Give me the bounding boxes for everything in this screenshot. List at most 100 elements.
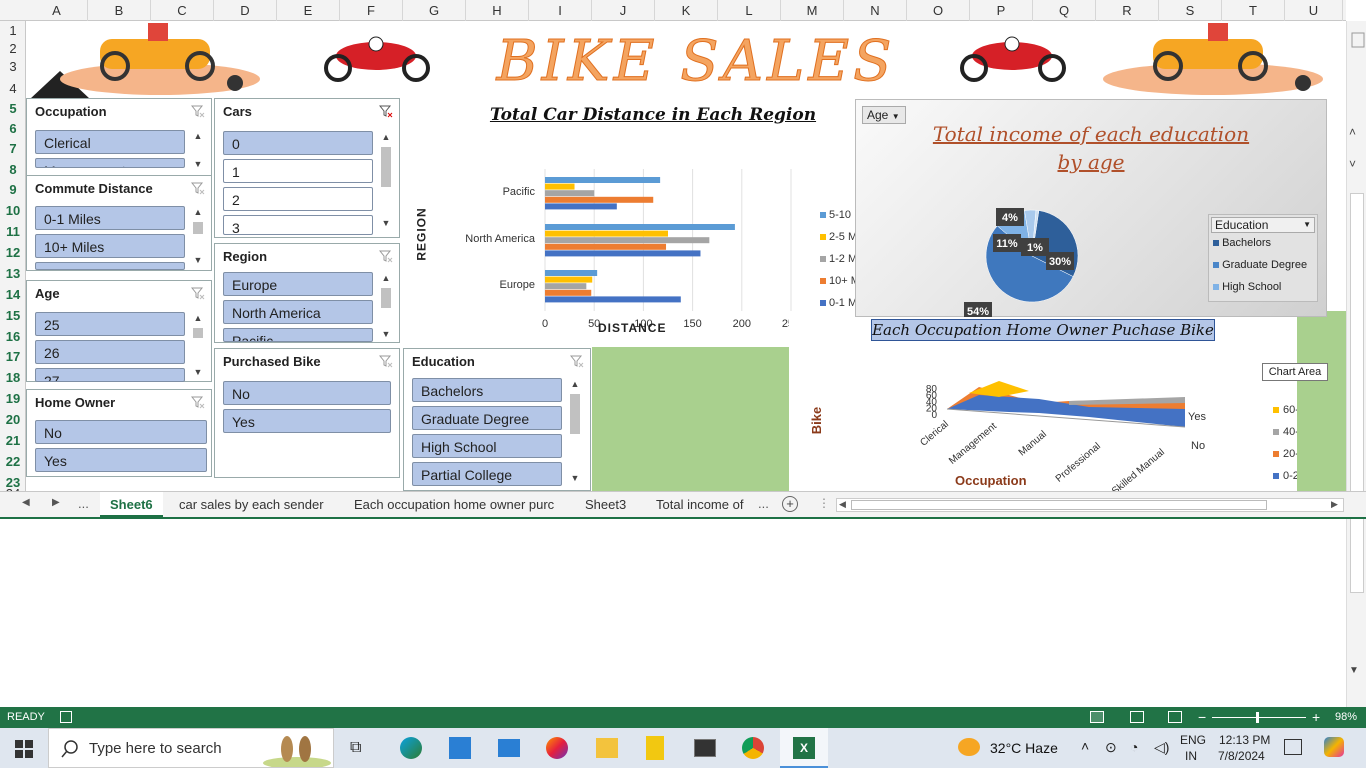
bar[interactable] bbox=[545, 177, 661, 183]
column-header[interactable]: O bbox=[907, 0, 970, 21]
commute-distance-slicer[interactable]: Commute Distance 0-1 Miles 10+ Miles 1-2… bbox=[26, 175, 212, 271]
education-filter-button[interactable]: Education ▼ bbox=[1211, 217, 1315, 233]
language-line1[interactable]: ENG bbox=[1180, 733, 1206, 747]
clear-filter-icon[interactable] bbox=[379, 249, 393, 263]
column-header[interactable]: A bbox=[26, 0, 88, 21]
scroll-up-icon[interactable]: ▲ bbox=[568, 378, 582, 390]
tab-each-occupation[interactable]: Each occupation home owner purc bbox=[344, 492, 564, 518]
slicer-item[interactable]: 0 bbox=[223, 131, 373, 155]
row-header[interactable]: 19 bbox=[0, 391, 26, 406]
scroll-up-icon[interactable]: ▲ bbox=[191, 206, 205, 218]
file-explorer-icon[interactable] bbox=[596, 738, 618, 758]
row-header[interactable]: 20 bbox=[0, 412, 26, 427]
windows-start-icon[interactable] bbox=[15, 740, 33, 758]
h-scroll-thumb[interactable] bbox=[851, 500, 1267, 510]
zoom-slider[interactable] bbox=[1212, 717, 1306, 718]
prev-sheet-icon[interactable]: ◀ bbox=[22, 497, 30, 508]
scroll-down-icon[interactable]: ˅ bbox=[1349, 157, 1356, 171]
scroll-up-icon[interactable]: ˄ bbox=[1349, 125, 1356, 139]
column-header[interactable]: L bbox=[718, 0, 781, 21]
slicer-item[interactable]: North America bbox=[223, 300, 373, 324]
slicer-item[interactable]: 1-2 Miles bbox=[35, 262, 185, 270]
column-header[interactable]: C bbox=[151, 0, 214, 21]
column-header[interactable]: P bbox=[970, 0, 1033, 21]
terminal-icon[interactable] bbox=[694, 739, 716, 757]
next-sheet-icon[interactable]: ▶ bbox=[52, 497, 60, 508]
region-slicer[interactable]: Region Europe North America Pacific ▲ ▼ bbox=[214, 243, 400, 343]
home-owner-slicer[interactable]: Home Owner No Yes bbox=[26, 389, 212, 477]
row-header[interactable]: 12 bbox=[0, 245, 26, 260]
column-header[interactable]: B bbox=[88, 0, 151, 21]
slicer-scrollbar[interactable]: ▲ ▼ bbox=[568, 378, 582, 486]
clear-filter-icon[interactable] bbox=[191, 104, 205, 118]
row-header[interactable]: 2 bbox=[0, 41, 26, 56]
zoom-level[interactable]: 98% bbox=[1335, 707, 1357, 728]
row-header[interactable]: 10 bbox=[0, 203, 26, 218]
bar[interactable] bbox=[545, 283, 587, 290]
scroll-down-arrow-icon[interactable]: ▼ bbox=[1349, 665, 1359, 676]
bar[interactable] bbox=[545, 289, 592, 296]
scroll-down-icon[interactable]: ▼ bbox=[191, 158, 205, 170]
page-layout-icon[interactable] bbox=[1130, 711, 1144, 723]
scroll-up-icon[interactable]: ▲ bbox=[379, 131, 393, 143]
column-header[interactable]: N bbox=[844, 0, 907, 21]
bar[interactable] bbox=[545, 230, 668, 237]
slicer-item[interactable]: 3 bbox=[223, 215, 373, 235]
row-header[interactable]: 7 bbox=[0, 141, 26, 156]
slicer-item[interactable]: Management bbox=[35, 158, 185, 168]
normal-view-icon[interactable] bbox=[1090, 711, 1104, 723]
bar[interactable] bbox=[545, 296, 681, 303]
clear-filter-icon[interactable] bbox=[570, 354, 584, 368]
slicer-item[interactable]: 10+ Miles bbox=[35, 234, 185, 258]
bar[interactable] bbox=[545, 276, 593, 283]
occupation-slicer[interactable]: Occupation Clerical Management ▲ ▼ bbox=[26, 98, 212, 176]
column-header[interactable]: R bbox=[1096, 0, 1159, 21]
purchased-bike-slicer[interactable]: Purchased Bike No Yes bbox=[214, 348, 400, 478]
row-header[interactable]: 17 bbox=[0, 349, 26, 364]
pie-legend[interactable]: Education ▼ Bachelors Graduate Degree Hig… bbox=[1208, 214, 1318, 302]
row-header[interactable]: 4 bbox=[0, 81, 26, 96]
column-header[interactable]: E bbox=[277, 0, 340, 21]
page-break-icon[interactable] bbox=[1168, 711, 1182, 723]
column-header[interactable]: F bbox=[340, 0, 403, 21]
scroll-down-icon[interactable]: ▼ bbox=[379, 328, 393, 340]
notification-icon[interactable] bbox=[1284, 739, 1302, 755]
store-icon[interactable] bbox=[449, 737, 471, 759]
scroll-down-icon[interactable]: ▼ bbox=[191, 366, 205, 378]
slicer-scrollbar[interactable]: ▲ ▼ bbox=[379, 272, 393, 340]
macro-record-icon[interactable] bbox=[60, 711, 72, 723]
firefox-icon[interactable] bbox=[546, 737, 568, 759]
slicer-scrollbar[interactable]: ▲ ▼ bbox=[191, 206, 205, 266]
row-header[interactable]: 13 bbox=[0, 266, 26, 281]
bar[interactable] bbox=[545, 270, 598, 276]
column-header[interactable]: T bbox=[1222, 0, 1285, 21]
task-view-icon[interactable]: ⧉ bbox=[350, 739, 361, 757]
column-header[interactable]: I bbox=[529, 0, 592, 21]
bar[interactable] bbox=[545, 224, 735, 230]
row-header[interactable]: 8 bbox=[0, 162, 26, 177]
language-line2[interactable]: IN bbox=[1185, 749, 1197, 763]
column-header[interactable]: S bbox=[1159, 0, 1222, 21]
slicer-item[interactable]: 26 bbox=[35, 340, 185, 364]
worksheet-area[interactable]: BIKE SALES Occupation Clerical Managemen… bbox=[26, 21, 1346, 491]
power-bi-icon[interactable] bbox=[646, 736, 664, 760]
scroll-up-icon[interactable]: ▲ bbox=[191, 312, 205, 324]
row-header[interactable]: 1 bbox=[0, 23, 26, 38]
column-header[interactable]: Q bbox=[1033, 0, 1096, 21]
scroll-right-icon[interactable]: ▶ bbox=[1331, 499, 1338, 510]
vertical-scrollbar[interactable]: ˄ ˅ ▼ bbox=[1346, 21, 1366, 707]
cars-slicer[interactable]: Cars 0 1 2 3 ▲ ▼ bbox=[214, 98, 400, 238]
row-header[interactable]: 16 bbox=[0, 329, 26, 344]
clear-filter-icon[interactable] bbox=[191, 395, 205, 409]
edge-icon[interactable] bbox=[400, 737, 422, 759]
tab-car-sales[interactable]: car sales by each sender bbox=[169, 492, 334, 518]
clear-filter-icon[interactable] bbox=[191, 181, 205, 195]
slicer-item[interactable]: Clerical bbox=[35, 130, 185, 154]
clear-filter-icon[interactable] bbox=[379, 104, 393, 118]
occupation-area-chart[interactable]: Each Occupation Home Owner Puchase Bike … bbox=[789, 317, 1297, 491]
more-sheets-right[interactable]: ... bbox=[758, 496, 769, 511]
clear-filter-icon[interactable] bbox=[191, 286, 205, 300]
horizontal-scrollbar[interactable]: ◀ ▶ bbox=[836, 498, 1344, 512]
weather-text[interactable]: 32°C Haze bbox=[990, 740, 1058, 756]
slicer-item[interactable]: Pacific bbox=[223, 328, 373, 342]
